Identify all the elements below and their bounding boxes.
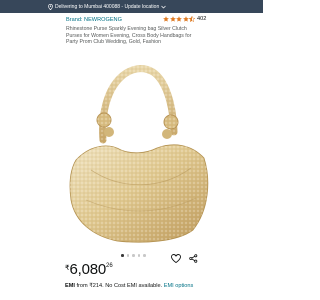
rating-count: 402 xyxy=(197,16,207,22)
carousel-dot[interactable] xyxy=(126,254,129,257)
delivery-location-text: Delivering to Mumbai 400088 - Update loc… xyxy=(55,3,160,10)
brand-link[interactable]: Brand: NEWROGENG xyxy=(66,17,122,23)
star-icon xyxy=(163,16,169,22)
price-fraction: 26 xyxy=(106,263,113,269)
share-icon[interactable] xyxy=(189,250,198,268)
carousel-dot[interactable] xyxy=(132,254,135,257)
star-half-icon xyxy=(189,16,195,22)
carousel-dot[interactable] xyxy=(143,254,146,257)
product-image[interactable] xyxy=(61,50,219,255)
product-title: Rhinestone Purse Sparkly Evening bag Sil… xyxy=(66,26,192,45)
emi-info: EMI from ₹214. No Cost EMI available. EM… xyxy=(65,282,210,291)
carousel-dot[interactable] xyxy=(137,254,140,257)
star-rating xyxy=(163,16,195,22)
carousel-dot[interactable] xyxy=(121,254,124,257)
heart-icon[interactable] xyxy=(171,250,181,268)
product-rating[interactable]: 402 xyxy=(163,16,206,22)
image-carousel-dots xyxy=(121,254,146,257)
image-actions xyxy=(171,250,198,268)
emi-options-link[interactable]: EMI options xyxy=(164,283,194,289)
delivery-location-bar[interactable]: Delivering to Mumbai 400088 - Update loc… xyxy=(0,0,263,13)
star-icon xyxy=(182,16,189,22)
emi-label: EMI xyxy=(65,283,75,289)
emi-text: from ₹214. No Cost EMI available. xyxy=(74,283,163,289)
product-price: ₹ 6,080 26 xyxy=(65,262,113,278)
chevron-down-icon xyxy=(161,5,166,9)
location-pin-icon xyxy=(48,3,53,10)
star-icon xyxy=(176,16,182,22)
price-whole: 6,080 xyxy=(69,261,107,278)
star-icon xyxy=(169,16,176,22)
